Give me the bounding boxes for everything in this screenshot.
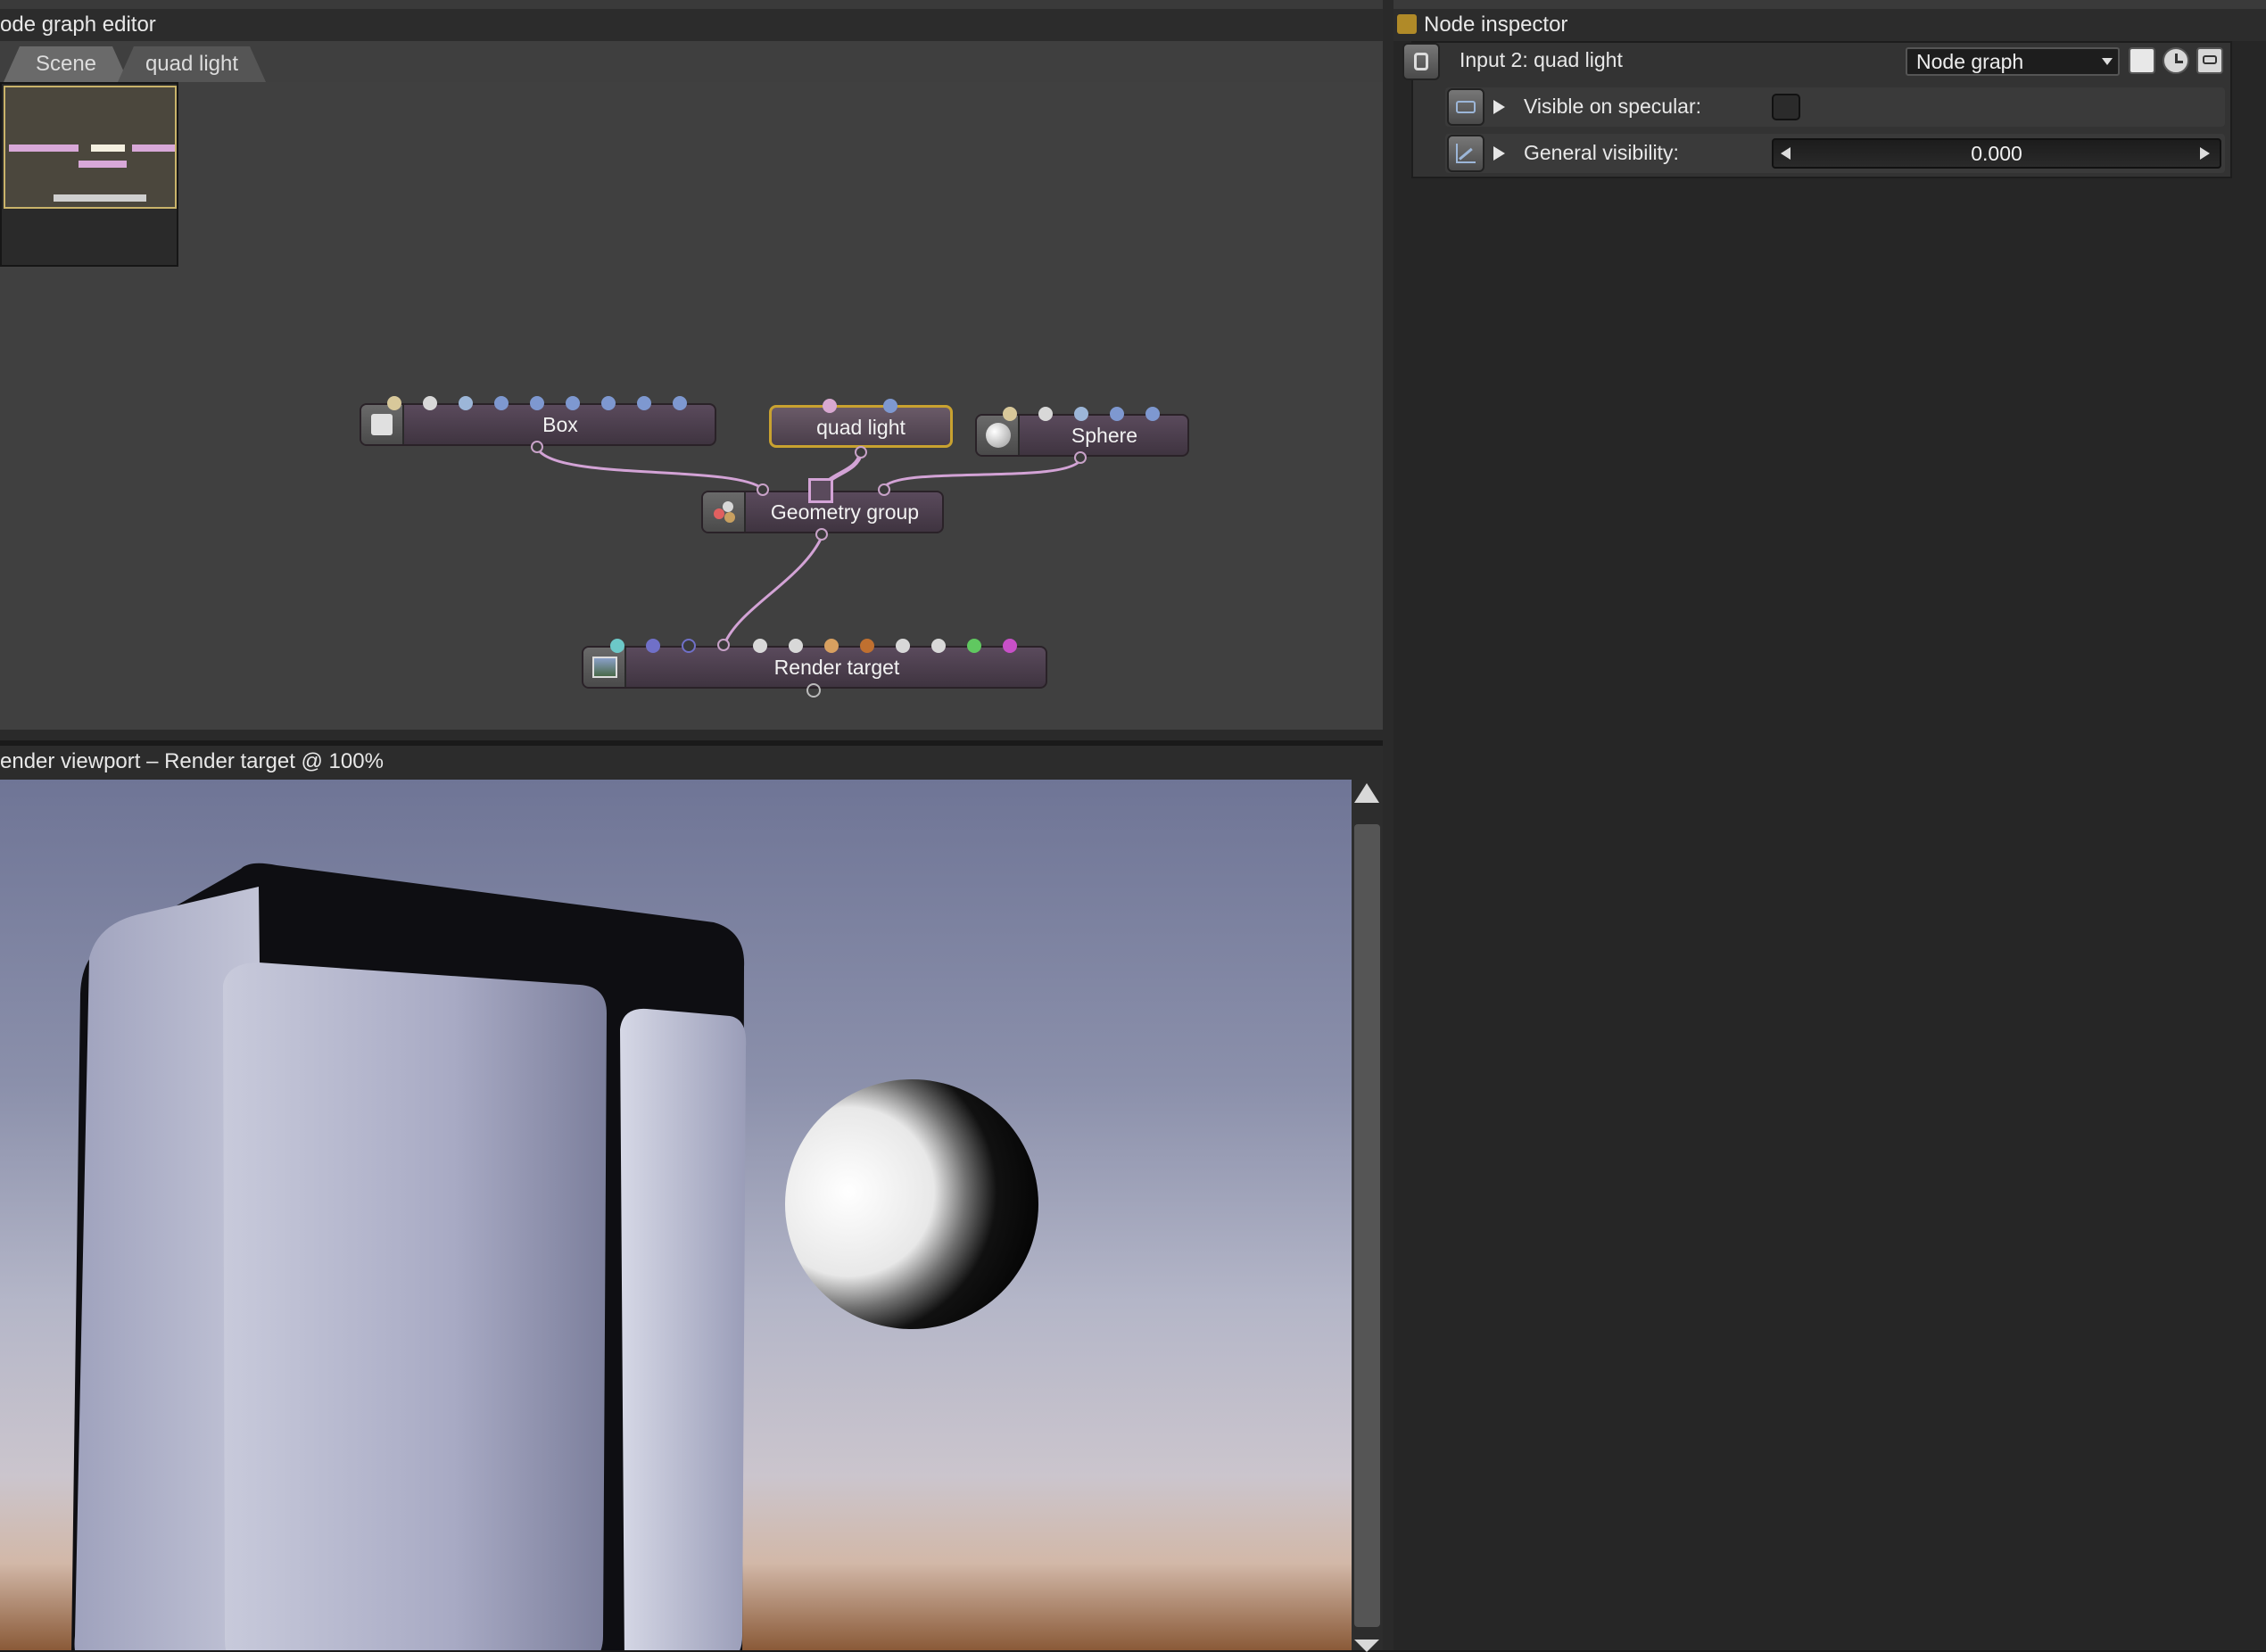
- input-pin[interactable]: [823, 399, 837, 413]
- boolean-param-icon: [1447, 88, 1484, 126]
- dropdown-value: Node graph: [1916, 49, 2024, 73]
- input-pin[interactable]: [459, 396, 473, 410]
- render-viewport-title: ender viewport – Render target @ 100%: [0, 749, 384, 773]
- input-pin[interactable]: [610, 639, 624, 653]
- input-pin[interactable]: [530, 396, 544, 410]
- input-pin[interactable]: [601, 396, 616, 410]
- node-inspector-panel: [1394, 9, 2266, 1650]
- node-render-target-label: Render target: [773, 655, 900, 679]
- input-pin-active[interactable]: [808, 478, 833, 503]
- input-pin[interactable]: [717, 639, 730, 651]
- input-pin[interactable]: [387, 396, 401, 410]
- color-swatch-button[interactable]: [2129, 47, 2155, 74]
- panel-divider[interactable]: [0, 730, 1383, 740]
- input-pin[interactable]: [682, 639, 696, 653]
- input-pin[interactable]: [789, 639, 803, 653]
- input-pin[interactable]: [673, 396, 687, 410]
- inspector-panel-icon: [1397, 14, 1417, 34]
- input-pin[interactable]: [566, 396, 580, 410]
- input-pin[interactable]: [494, 396, 509, 410]
- input-pin[interactable]: [637, 396, 651, 410]
- expand-arrow-icon[interactable]: [1493, 146, 1505, 161]
- visible-on-specular-label: Visible on specular:: [1524, 95, 1702, 118]
- input-pin[interactable]: [1074, 407, 1088, 421]
- clock-icon[interactable]: [2163, 47, 2189, 74]
- render-viewport-image[interactable]: [0, 780, 1352, 1650]
- input-pin[interactable]: [757, 483, 769, 496]
- input-pin[interactable]: [1003, 639, 1017, 653]
- input-pin[interactable]: [646, 639, 660, 653]
- rendered-scene: [71, 863, 1038, 1650]
- expand-arrow-icon[interactable]: [1493, 100, 1505, 114]
- general-visibility-value: 0.000: [1971, 141, 2022, 165]
- geometry-group-icon: [703, 492, 746, 532]
- output-pin[interactable]: [531, 441, 543, 453]
- wire-sphere-to-group: [881, 458, 1083, 490]
- input-pin[interactable]: [1110, 407, 1124, 421]
- node-sphere-label: Sphere: [1071, 423, 1138, 447]
- node-link-icon[interactable]: [1402, 43, 1440, 80]
- node-geometry-group-label: Geometry group: [770, 500, 920, 524]
- render-target-icon: [583, 648, 626, 687]
- output-pin[interactable]: [815, 528, 828, 541]
- vertical-splitter[interactable]: [1383, 0, 1394, 1650]
- viewport-scrollbar-thumb[interactable]: [1354, 824, 1380, 1627]
- pin-panel-icon[interactable]: [2196, 47, 2223, 74]
- output-pin[interactable]: [1074, 451, 1087, 464]
- input-pin[interactable]: [1038, 407, 1053, 421]
- input-pin[interactable]: [883, 399, 897, 413]
- general-visibility-label: General visibility:: [1524, 141, 1679, 164]
- visible-on-specular-checkbox[interactable]: [1772, 94, 1800, 120]
- input-pin[interactable]: [753, 639, 767, 653]
- input-pin[interactable]: [967, 639, 981, 653]
- input-pin[interactable]: [931, 639, 946, 653]
- input-pin[interactable]: [824, 639, 839, 653]
- output-pin[interactable]: [806, 683, 821, 698]
- inspector-header-label: Input 2: quad light: [1460, 48, 1623, 71]
- output-pin[interactable]: [855, 446, 867, 458]
- node-graph-dropdown[interactable]: Node graph: [1906, 47, 2120, 76]
- float-param-icon: [1447, 135, 1484, 172]
- scroll-up-arrow-icon[interactable]: [1354, 783, 1379, 803]
- node-inspector-title: Node inspector: [1424, 12, 1568, 37]
- wire-group-to-render: [723, 534, 824, 645]
- graph-wires: [535, 447, 1083, 645]
- node-box-label: Box: [542, 412, 578, 436]
- wire-box-to-group: [535, 447, 764, 491]
- input-pin[interactable]: [878, 483, 890, 496]
- node-quad-light[interactable]: quad light: [769, 405, 953, 448]
- render-viewport-titlebar: ender viewport – Render target @ 100%: [0, 746, 1383, 780]
- chevron-down-icon: [2102, 58, 2113, 65]
- sphere-icon: [977, 416, 1020, 455]
- box-icon: [361, 405, 404, 444]
- input-pin[interactable]: [1003, 407, 1017, 421]
- input-pin[interactable]: [1145, 407, 1160, 421]
- input-pin[interactable]: [896, 639, 910, 653]
- input-pin[interactable]: [423, 396, 437, 410]
- node-quad-light-label: quad light: [816, 415, 906, 439]
- input-pin[interactable]: [860, 639, 874, 653]
